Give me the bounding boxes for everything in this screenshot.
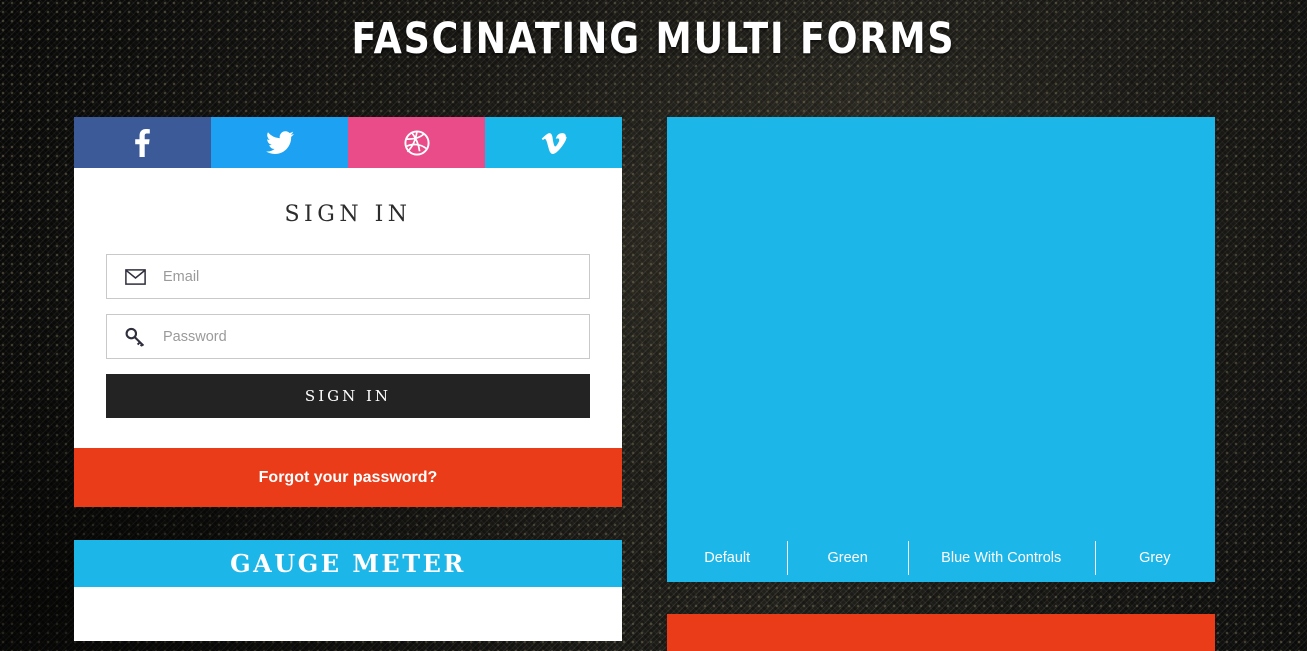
left-column: SIGN IN Email SIGN IN Forgot your passwo… xyxy=(74,117,622,641)
password-input[interactable] xyxy=(163,328,589,345)
dribbble-icon xyxy=(403,129,430,156)
promo-panel xyxy=(667,614,1215,651)
gauge-meter-panel: GAUGE METER xyxy=(74,540,622,641)
social-login-bar xyxy=(74,117,622,168)
vimeo-login-button[interactable] xyxy=(485,117,622,168)
signin-heading: SIGN IN xyxy=(284,202,412,227)
video-stage[interactable] xyxy=(667,117,1215,534)
twitter-icon xyxy=(265,130,294,155)
facebook-login-button[interactable] xyxy=(74,117,211,168)
video-skin-tabs: Default Green Blue With Controls Grey xyxy=(667,534,1215,582)
twitter-login-button[interactable] xyxy=(211,117,348,168)
dribbble-login-button[interactable] xyxy=(348,117,485,168)
envelope-icon xyxy=(107,268,163,285)
password-field-row[interactable] xyxy=(106,314,590,359)
gauge-meter-heading: GAUGE METER xyxy=(74,540,622,587)
key-icon xyxy=(107,327,163,347)
page-root: FASCINATING MULTI FORMS SIGN IN Email SI… xyxy=(0,0,1307,651)
tab-blue-with-controls-label: Blue With Controls xyxy=(941,550,1062,566)
right-column: Default Green Blue With Controls Grey xyxy=(667,117,1215,651)
page-title: FASCINATING MULTI FORMS xyxy=(351,14,956,64)
email-input[interactable] xyxy=(163,268,589,285)
gauge-meter-body xyxy=(74,587,622,641)
signin-submit-button[interactable]: SIGN IN xyxy=(106,374,590,418)
signin-card: SIGN IN Email SIGN IN xyxy=(74,168,622,448)
forgot-password-link[interactable]: Forgot your password? xyxy=(74,448,622,507)
tab-grey[interactable]: Grey xyxy=(1094,534,1215,582)
tab-green[interactable]: Green xyxy=(787,534,907,582)
tab-green-label: Green xyxy=(827,550,868,566)
tab-grey-label: Grey xyxy=(1139,550,1171,566)
email-field-row[interactable] xyxy=(106,254,590,299)
tab-blue-with-controls[interactable]: Blue With Controls xyxy=(907,534,1095,582)
tab-default[interactable]: Default xyxy=(667,534,787,582)
video-player-panel: Default Green Blue With Controls Grey xyxy=(667,117,1215,582)
facebook-icon xyxy=(135,128,150,157)
tab-default-label: Default xyxy=(704,550,751,566)
vimeo-icon xyxy=(541,131,567,155)
